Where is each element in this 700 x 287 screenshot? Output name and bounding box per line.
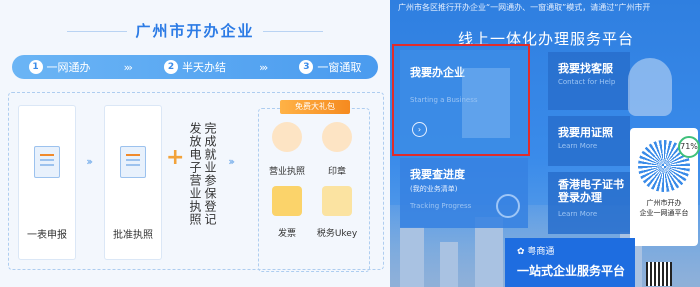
step-number: 1 [28,60,43,74]
license-document-icon [120,146,146,178]
step-number: 3 [299,60,314,74]
gift-tag: 免费大礼包 [280,100,350,114]
search-icon [496,194,520,218]
tile-title: 我要查进度 [410,168,465,181]
invoice-icon [272,186,302,216]
top-notice: 广州市各区推行开办企业“一网通办、一窗通取”模式，请通过“广州市开 [398,3,651,12]
title-divider-left [67,31,128,32]
gift-item-label: 发票 [277,229,296,239]
arrow-icon: ››› [228,155,235,168]
tile-use-certificate[interactable]: 我要用证照 Learn More [548,116,630,166]
building [440,242,458,287]
tile-hk-certificate[interactable]: 香港电子证书登录办理 Learn More [548,172,630,234]
chevrons-icon: ››› [123,60,133,74]
step-3: 3 一窗通取 [299,59,361,75]
caption-line: 广州市开办 [646,199,682,207]
tile-title: 我要找客服 [558,62,613,75]
license-icon [272,122,302,152]
card-caption: 批准执照 [113,230,153,241]
plus-icon: + [166,145,185,170]
process-title-text: 广州市开办企业 [135,22,255,40]
step-label: 一网通办 [46,61,91,74]
tile-find-service[interactable]: 我要找客服 Contact for Help [548,52,630,110]
tile-subtitle: Tracking Progress [410,202,472,210]
chevrons-icon: ››› [259,60,268,74]
brand-name: 粤商通 [527,247,555,257]
step-1: 1 一网通办 [28,59,91,75]
arrow-icon: ››› [86,155,93,168]
tile-title: 我要用证照 [558,126,613,139]
tile-subtitle: Learn More [558,142,598,150]
steps-bar: 1 一网通办 ››› 2 半天办结 ››› 3 一窗通取 [12,55,378,79]
selection-highlight [392,44,530,156]
ukey-icon [322,186,352,216]
caption-line: 企业一网通平台 [639,209,689,217]
yueshangtong-banner[interactable]: ✿ 粤商通 一站式企业服务平台 [505,238,635,287]
seal-icon [322,122,352,152]
card-caption: 一表申报 [27,230,67,241]
title-divider-right [262,31,323,32]
tile-track-progress[interactable]: 我要查进度 (我的业务清单) Tracking Progress [400,158,528,228]
step-label: 一窗通取 [317,61,362,74]
process-panel: 广州市开办企业 1 一网通办 ››› 2 半天办结 ››› 3 一窗通取 一表申报 ›… [0,0,390,287]
tile-note: (我的业务清单) [410,185,458,193]
service-agent-icon [628,58,672,116]
progress-badge: 71% [678,136,700,158]
gift-item-label: 营业执照 [268,167,305,177]
form-document-icon [34,146,60,178]
page: 广州市开办企业 1 一网通办 ››› 2 半天办结 ››› 3 一窗通取 一表申报 ›… [0,0,700,287]
tile-subtitle: Learn More [558,210,598,218]
parallel-text-b: 完成就业参保登记 [203,122,217,226]
process-title: 广州市开办企业 [0,20,390,41]
building [400,227,424,287]
tile-subtitle: Contact for Help [558,78,616,86]
gift-item-label: 印章 [327,167,346,177]
yueshangtong-slogan: 一站式企业服务平台 [517,264,626,278]
step-number: 2 [163,60,178,74]
step-label: 半天办结 [181,61,226,74]
gift-item-label: 税务Ukey [316,229,358,239]
miniprogram-caption: 广州市开办 企业一网通平台 [630,198,698,218]
card-license: 批准执照 [104,105,162,260]
yueshangtong-name: ✿ 粤商通 [517,247,555,257]
step-2: 2 半天办结 [163,59,226,75]
qr-code-icon [646,262,672,286]
tile-title: 香港电子证书登录办理 [558,178,624,204]
parallel-text-a: 发放电子营业执照 [188,122,202,226]
card-apply: 一表申报 [18,105,76,260]
